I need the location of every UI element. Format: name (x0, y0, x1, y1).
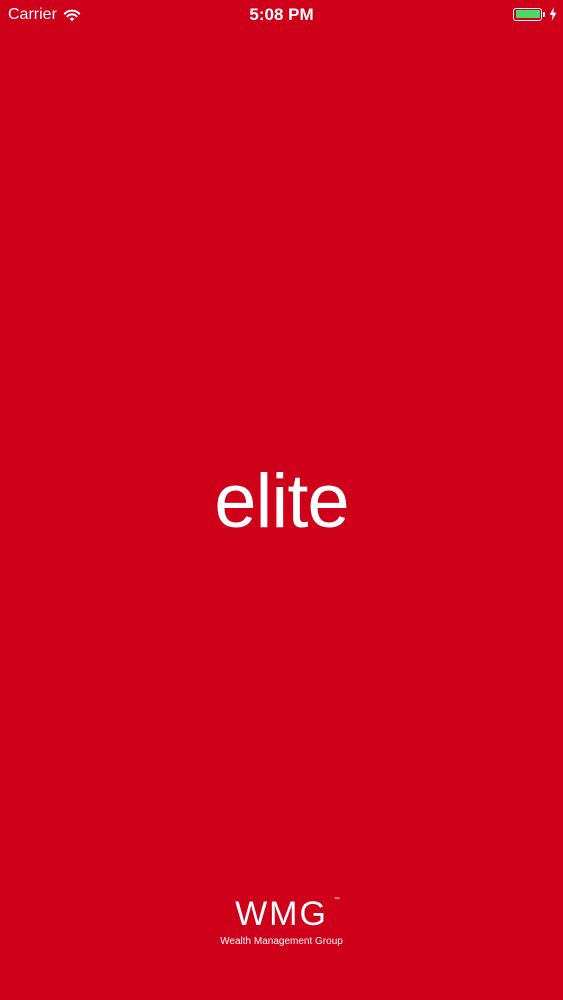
status-time: 5:08 PM (249, 5, 314, 24)
trademark-symbol: ™ (333, 897, 340, 903)
brand-name: WMG (235, 895, 328, 933)
battery-icon (513, 7, 542, 21)
brand-tagline: Wealth Management Group (220, 936, 343, 947)
brand-logo: WMG ™ Wealth Management Group (0, 894, 563, 948)
battery-indicator (513, 7, 557, 21)
charging-bolt-icon (549, 7, 557, 21)
brand-mark: WMG ™ (235, 894, 340, 934)
battery-fill (515, 10, 540, 18)
battery-tip (543, 11, 545, 17)
status-bar: Carrier 5:08 PM (0, 0, 563, 30)
app-logo: elite (214, 459, 349, 544)
splash-screen: Carrier 5:08 PM elite WMG ™ Wealth Manag… (0, 0, 563, 1000)
